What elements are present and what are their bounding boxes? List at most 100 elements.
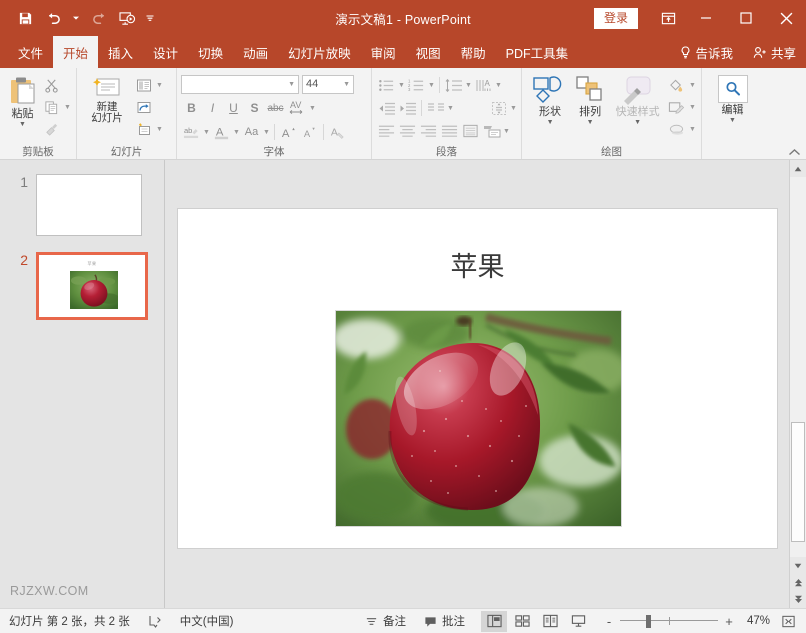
bullets-icon[interactable] (376, 75, 397, 96)
character-spacing-dropdown-icon[interactable]: ▼ (308, 105, 317, 112)
align-right-icon[interactable] (418, 121, 439, 142)
arrange-dropdown-icon[interactable]: ▼ (587, 119, 594, 126)
shape-fill-dropdown-icon[interactable]: ▼ (688, 82, 697, 89)
thumbnail-preview[interactable]: 苹果 (36, 252, 148, 320)
arrange-button[interactable]: 排列 ▼ (572, 73, 608, 126)
smartart-dropdown-icon[interactable]: ▼ (502, 128, 511, 135)
slide-sorter-button[interactable] (509, 611, 535, 632)
zoom-out-button[interactable]: - (604, 614, 614, 629)
start-slideshow-icon[interactable] (114, 5, 140, 31)
proofing-status[interactable] (139, 609, 171, 633)
text-direction-dropdown-icon[interactable]: ▼ (494, 82, 503, 89)
align-text-dropdown-icon[interactable]: ▼ (509, 105, 518, 112)
tab-insert[interactable]: 插入 (98, 36, 143, 68)
scrollbar-track[interactable] (790, 177, 806, 557)
line-spacing-dropdown-icon[interactable]: ▼ (464, 82, 473, 89)
layout-icon[interactable] (133, 75, 154, 96)
shape-outline-dropdown-icon[interactable]: ▼ (688, 104, 697, 111)
zoom-in-button[interactable]: + (724, 614, 734, 629)
thumbnail-slide-1[interactable]: 1 (6, 174, 142, 236)
zoom-slider[interactable] (620, 614, 718, 628)
zoom-control[interactable]: - + 47% (598, 614, 806, 629)
strikethrough-button[interactable]: abc (265, 98, 286, 119)
shape-fill-icon[interactable] (666, 75, 687, 96)
format-painter-icon[interactable] (41, 119, 62, 140)
change-case-button[interactable]: Aa (241, 122, 262, 143)
distributed-align-icon[interactable] (460, 121, 481, 142)
layout-dropdown-icon[interactable]: ▼ (155, 82, 164, 89)
tab-design[interactable]: 设计 (143, 36, 188, 68)
font-name-box[interactable]: ▼ (181, 75, 299, 94)
clear-formatting-button[interactable]: A (327, 122, 348, 143)
underline-button[interactable]: U (223, 98, 244, 119)
tell-me-box[interactable]: 告诉我 (670, 36, 743, 68)
section-dropdown-icon[interactable]: ▼ (155, 126, 164, 133)
numbering-icon[interactable]: 123 (406, 75, 427, 96)
ribbon-display-options-icon[interactable] (650, 0, 686, 36)
slide-counter[interactable]: 幻灯片 第 2 张，共 2 张 (0, 609, 139, 633)
edit-button[interactable]: 编辑 ▼ (710, 73, 756, 124)
reading-view-button[interactable] (537, 611, 563, 632)
paste-button[interactable]: 粘贴 ▼ (4, 73, 41, 128)
shapes-dropdown-icon[interactable]: ▼ (547, 119, 554, 126)
fit-slide-to-window-button[interactable] (776, 614, 800, 629)
previous-slide-button[interactable] (790, 574, 806, 591)
tab-file[interactable]: 文件 (8, 36, 53, 68)
paste-dropdown-icon[interactable]: ▼ (19, 121, 26, 128)
tab-slideshow[interactable]: 幻灯片放映 (278, 36, 361, 68)
current-slide[interactable]: 苹果 (177, 208, 778, 549)
collapse-ribbon-icon[interactable] (788, 148, 801, 157)
sign-in-button[interactable]: 登录 (594, 8, 638, 29)
normal-view-button[interactable] (481, 611, 507, 632)
zoom-level-label[interactable]: 47% (740, 615, 770, 627)
comments-button[interactable]: 批注 (415, 609, 474, 633)
increase-font-size-button[interactable]: A (278, 122, 299, 143)
cut-icon[interactable] (41, 75, 62, 96)
font-color-button[interactable]: A (211, 122, 232, 143)
shape-effects-icon[interactable] (666, 119, 687, 140)
edit-dropdown-icon[interactable]: ▼ (729, 117, 736, 124)
slide-title-text[interactable]: 苹果 (178, 245, 777, 284)
new-slide-button[interactable]: 新建幻灯片 (81, 73, 133, 124)
align-text-icon[interactable] (488, 98, 509, 119)
bullets-dropdown-icon[interactable]: ▼ (397, 82, 406, 89)
reset-icon[interactable] (133, 97, 154, 118)
customize-qat-icon[interactable] (142, 5, 158, 31)
text-direction-icon[interactable]: A (473, 75, 494, 96)
scroll-down-button[interactable] (790, 557, 806, 574)
decrease-indent-icon[interactable] (376, 98, 397, 119)
shapes-button[interactable]: 形状 ▼ (532, 73, 568, 126)
language-indicator[interactable]: 中文(中国) (171, 609, 243, 633)
share-button[interactable]: 共享 (743, 36, 806, 68)
undo-icon[interactable] (40, 5, 66, 31)
align-left-icon[interactable] (376, 121, 397, 142)
shape-effects-dropdown-icon[interactable]: ▼ (688, 126, 697, 133)
tab-help[interactable]: 帮助 (451, 36, 496, 68)
font-color-dropdown-icon[interactable]: ▼ (232, 129, 241, 136)
change-case-dropdown-icon[interactable]: ▼ (262, 129, 271, 136)
thumbnail-preview[interactable] (36, 174, 142, 236)
shape-outline-icon[interactable] (666, 97, 687, 118)
copy-dropdown-icon[interactable]: ▼ (63, 104, 72, 111)
slide-editing-stage[interactable]: 苹果 (165, 160, 789, 608)
minimize-icon[interactable] (686, 0, 726, 36)
next-slide-button[interactable] (790, 591, 806, 608)
bold-button[interactable]: B (181, 98, 202, 119)
justify-icon[interactable] (439, 121, 460, 142)
character-spacing-button[interactable]: AV (286, 98, 308, 119)
tab-pdf-tools[interactable]: PDF工具集 (496, 36, 579, 68)
text-shadow-button[interactable]: S (244, 98, 265, 119)
slideshow-button[interactable] (565, 611, 591, 632)
line-spacing-icon[interactable] (443, 75, 464, 96)
tab-home[interactable]: 开始 (53, 36, 98, 68)
italic-button[interactable]: I (202, 98, 223, 119)
section-icon[interactable] (133, 119, 154, 140)
text-highlight-dropdown-icon[interactable]: ▼ (202, 129, 211, 136)
zoom-slider-handle[interactable] (646, 615, 651, 628)
scrollbar-thumb[interactable] (791, 422, 805, 542)
columns-dropdown-icon[interactable]: ▼ (446, 105, 455, 112)
slide-image-apple[interactable] (335, 310, 622, 527)
numbering-dropdown-icon[interactable]: ▼ (427, 82, 436, 89)
tab-review[interactable]: 审阅 (361, 36, 406, 68)
scroll-up-button[interactable] (790, 160, 806, 177)
